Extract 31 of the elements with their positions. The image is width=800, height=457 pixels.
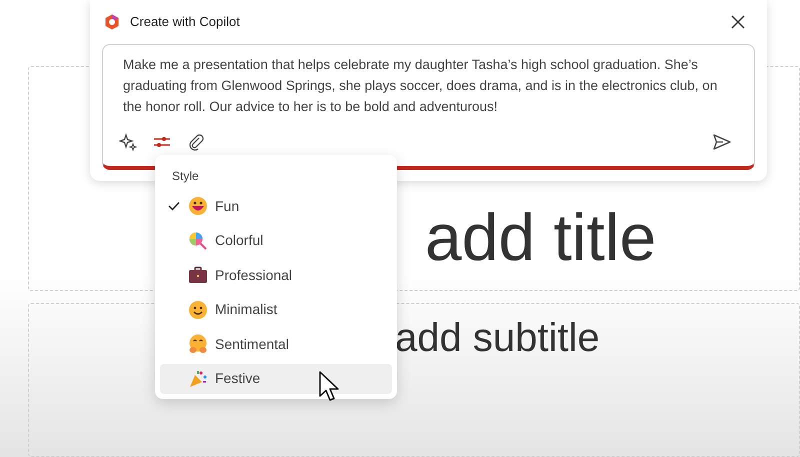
style-menu-item[interactable]: Festive (160, 364, 392, 394)
send-button[interactable] (712, 132, 732, 152)
lollipop-icon (188, 230, 208, 250)
style-menu-item[interactable]: Colorful (160, 226, 392, 256)
prompt-text: Make me a presentation that helps celebrate my daughter Tasha’s high school graduation. She’s graduating from Glenwood Springs, she plays soccer, does drama, and is in the electronics club, on the honor roll. Our advice to her is to be bold and adventurous! (123, 56, 718, 116)
smiling-face-icon (188, 300, 208, 320)
subtitle-placeholder: add subtitle (395, 316, 600, 360)
party-popper-icon (188, 368, 208, 388)
style-label: Sentimental (215, 334, 289, 354)
briefcase-icon (188, 265, 208, 285)
paperclip-icon (187, 132, 205, 150)
style-menu-item[interactable]: Professional (160, 260, 392, 290)
copilot-logo-icon (104, 14, 120, 30)
style-label: Colorful (215, 231, 264, 250)
close-button[interactable] (729, 12, 747, 31)
close-icon (731, 14, 745, 29)
hugging-face-icon (188, 334, 208, 354)
style-menu-item[interactable]: Fun (160, 191, 392, 221)
menu-heading: Style (171, 168, 200, 185)
style-label: Professional (215, 266, 292, 284)
dialog-title: Create with Copilot (130, 13, 240, 31)
style-label: Fun (215, 196, 240, 216)
style-label: Minimalist (215, 300, 278, 319)
sparkle-button[interactable] (119, 132, 137, 150)
style-menu-item[interactable]: Sentimental (160, 329, 392, 359)
grinning-face-icon (188, 196, 208, 216)
style-label: Festive (215, 369, 260, 388)
attach-button[interactable] (187, 132, 205, 150)
send-icon (712, 132, 732, 152)
title-placeholder: add title (425, 204, 656, 270)
sparkle-icon (119, 132, 137, 150)
